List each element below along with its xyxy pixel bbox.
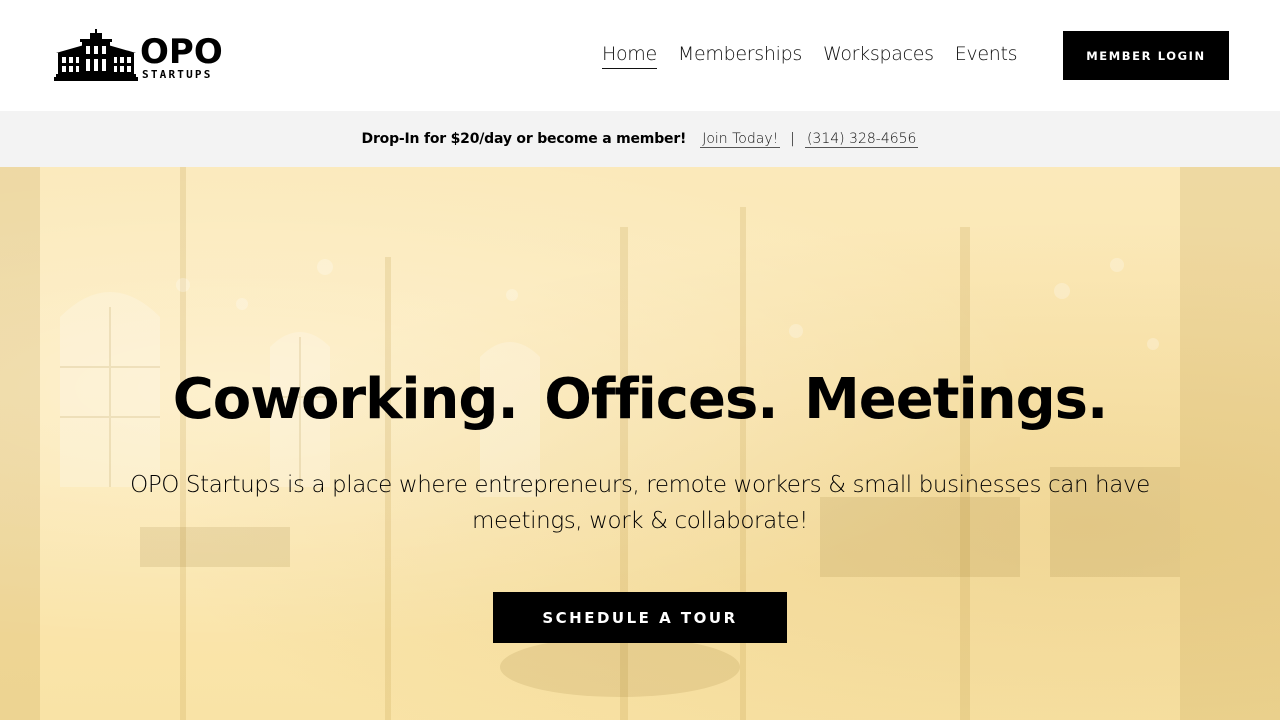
main-nav: Home Memberships Workspaces Events [602, 40, 1018, 69]
hero-content: Coworking. Offices. Meetings. OPO Startu… [0, 167, 1280, 720]
nav-events[interactable]: Events [955, 40, 1018, 69]
hero-section: Coworking. Offices. Meetings. OPO Startu… [0, 167, 1280, 720]
logo-text: OPO STARTUPS [140, 35, 223, 81]
logo-word: OPO [140, 32, 223, 72]
logo-subtitle: STARTUPS [142, 68, 213, 81]
building-icon [54, 29, 138, 81]
announcement-separator: | [790, 131, 795, 147]
hero-subtitle: OPO Startups is a place where entreprene… [130, 472, 1150, 534]
member-login-button[interactable]: MEMBER LOGIN [1063, 31, 1229, 80]
nav-workspaces[interactable]: Workspaces [823, 40, 934, 69]
site-logo[interactable]: OPO STARTUPS [54, 29, 224, 83]
nav-home[interactable]: Home [602, 40, 657, 69]
hero-title: Coworking. Offices. Meetings. [172, 367, 1109, 432]
join-today-link[interactable]: Join Today! [700, 131, 781, 148]
schedule-tour-button[interactable]: SCHEDULE A TOUR [493, 592, 787, 643]
nav-memberships[interactable]: Memberships [678, 40, 802, 69]
announcement-bar: Drop-In for $20/day or become a member! … [0, 111, 1280, 167]
announcement-text: Drop-In for $20/day or become a member! [361, 131, 687, 147]
site-header: OPO STARTUPS Home Memberships Workspaces… [0, 0, 1280, 111]
phone-link[interactable]: (314) 328-4656 [804, 131, 919, 148]
